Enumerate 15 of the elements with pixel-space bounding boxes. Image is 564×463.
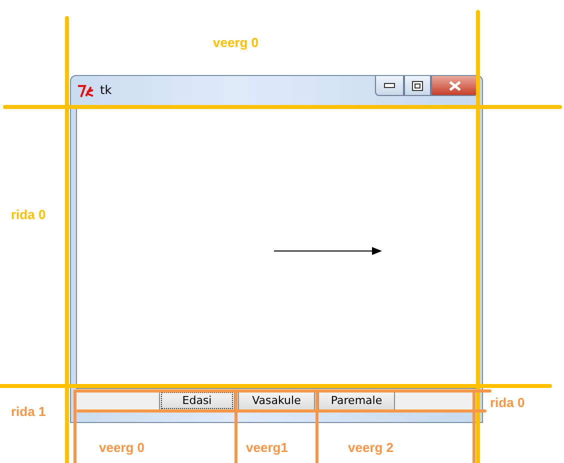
annotation-label: veerg1 [246,440,288,455]
annotation-label: veerg 2 [348,440,394,455]
annotation-label: rida 0 [490,395,525,410]
maximize-icon [412,80,423,90]
annotation-label: veerg 0 [99,440,145,455]
minimize-button[interactable] [375,76,404,96]
window-title: tk [100,83,112,97]
annotation-label: rida 1 [11,404,46,419]
feather-icon [77,84,95,98]
minimize-icon [384,83,395,88]
close-button[interactable] [431,76,478,96]
maximize-button[interactable] [404,76,431,96]
close-icon [448,80,460,90]
annotation-label: rida 0 [11,207,46,222]
annotation-label: veerg 0 [213,35,259,50]
